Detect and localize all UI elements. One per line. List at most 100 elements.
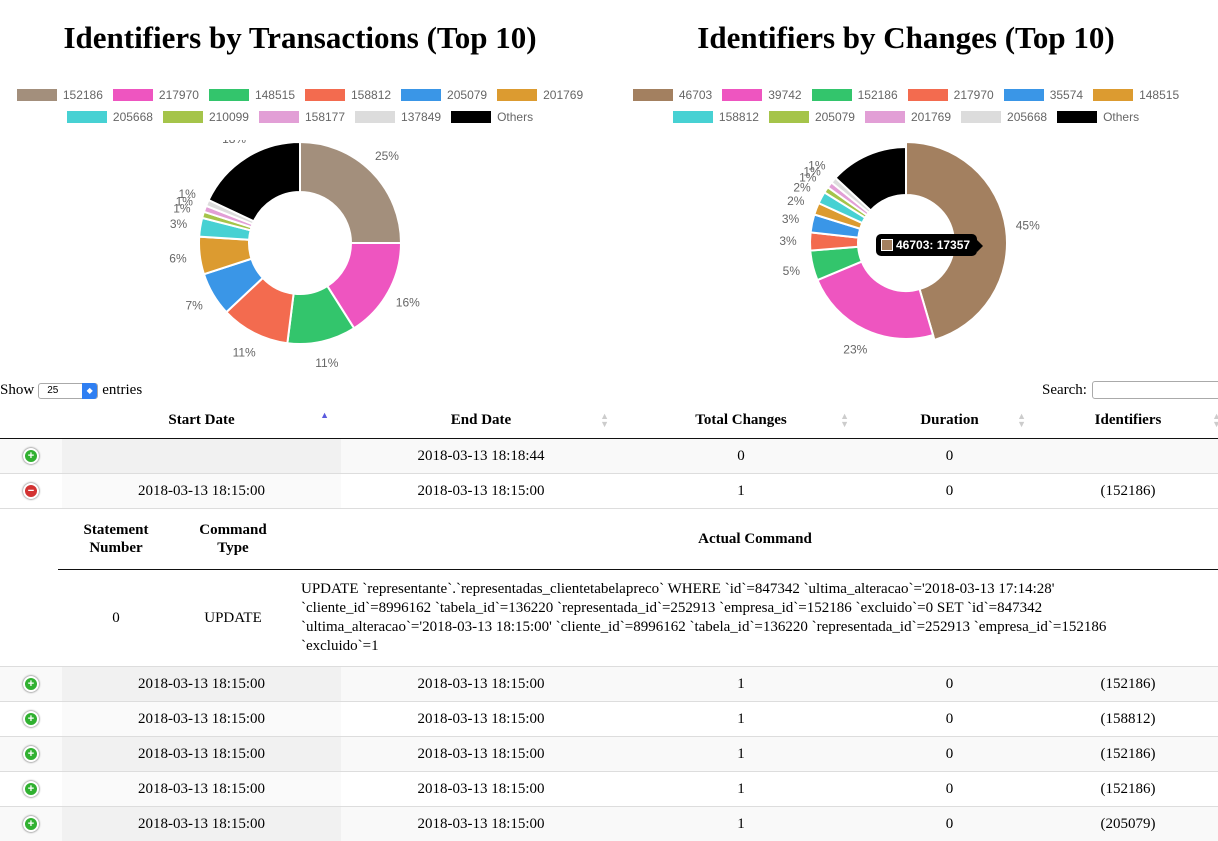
header-identifiers[interactable]: Identifiers▲▼ [1038, 403, 1218, 439]
legend-label: 201769 [911, 110, 951, 124]
row-toggle-cell: + [0, 737, 62, 772]
legend-item[interactable]: 205668 [961, 110, 1047, 124]
expand-row-icon[interactable]: + [23, 781, 39, 797]
cell-end-date: 2018-03-13 18:15:00 [341, 807, 621, 841]
cell-start-date: 2018-03-13 18:15:00 [62, 772, 341, 807]
legend-label: 205668 [1007, 110, 1047, 124]
search-input[interactable] [1092, 381, 1218, 399]
search-label: Search: [1042, 382, 1087, 399]
table-header-row: Start Date▲ End Date▲▼ Total Changes▲▼ D… [0, 403, 1218, 439]
legend-label: 137849 [401, 110, 441, 124]
legend-swatch [1004, 89, 1044, 101]
legend-item[interactable]: 152186 [812, 88, 898, 102]
legend-item[interactable]: 39742 [722, 88, 801, 102]
collapse-row-icon[interactable]: − [23, 483, 39, 499]
expand-row-icon[interactable]: + [23, 711, 39, 727]
pie-value-label: 5% [783, 264, 801, 278]
table-row: + 2018-03-13 18:15:00 2018-03-13 18:15:0… [0, 702, 1218, 737]
pie-value-label: 13% [847, 140, 871, 142]
legend-item[interactable]: 217970 [908, 88, 994, 102]
cell-identifiers: (205079) [1038, 807, 1218, 841]
legend-label: 35574 [1050, 88, 1083, 102]
legend-swatch [722, 89, 762, 101]
header-start-date[interactable]: Start Date▲ [62, 403, 341, 439]
chart-tooltip: 46703: 17357 [876, 234, 977, 256]
statements-header-row: Statement Number Command Type Actual Com… [58, 509, 1218, 570]
statement-number: 0 [58, 570, 174, 667]
legend-item[interactable]: 137849 [355, 110, 441, 124]
header-actual-command: Actual Command [292, 509, 1218, 570]
cell-end-date: 2018-03-13 18:15:00 [341, 737, 621, 772]
legend-item[interactable]: 148515 [209, 88, 295, 102]
header-duration[interactable]: Duration▲▼ [861, 403, 1038, 439]
pie-value-label: 45% [1016, 218, 1040, 232]
sort-asc-icon: ▲ [320, 411, 329, 419]
sort-both-icon: ▲▼ [1212, 412, 1218, 428]
cell-start-date: 2018-03-13 18:15:00 [62, 474, 341, 509]
sort-both-icon: ▲▼ [1017, 412, 1026, 428]
pie-value-label: 11% [315, 356, 338, 370]
doughnut-svg: 25%16%11%11%7%6%3%1%1%1%18% [150, 140, 450, 370]
table-row: + 2018-03-13 18:15:00 2018-03-13 18:15:0… [0, 737, 1218, 772]
pie-chart-changes: 45%23%5%3%3%2%2%1%1%1%13% [756, 140, 1056, 375]
legend-item[interactable]: 148515 [1093, 88, 1179, 102]
expand-row-icon[interactable]: + [23, 676, 39, 692]
legend-item[interactable]: 158812 [305, 88, 391, 102]
show-label: Show [0, 382, 34, 399]
cell-start-date: 2018-03-13 18:15:00 [62, 807, 341, 841]
legend-label: 217970 [954, 88, 994, 102]
header-total-changes[interactable]: Total Changes▲▼ [621, 403, 861, 439]
entries-label: entries [102, 382, 142, 399]
legend-item[interactable]: 205079 [401, 88, 487, 102]
legend-swatch [17, 89, 57, 101]
tooltip-swatch [881, 239, 893, 251]
pie-value-label: 3% [779, 234, 797, 248]
header-end-date[interactable]: End Date▲▼ [341, 403, 621, 439]
chart-title-transactions: Identifiers by Transactions (Top 10) [0, 20, 600, 56]
legend-item[interactable]: 46703 [633, 88, 712, 102]
expand-row-icon[interactable]: + [23, 746, 39, 762]
cell-duration: 0 [861, 807, 1038, 841]
cell-duration: 0 [861, 737, 1038, 772]
legend-item[interactable]: Others [1057, 110, 1139, 124]
legend-swatch [908, 89, 948, 101]
legend-item[interactable]: 158812 [673, 110, 759, 124]
legend-row: 158812 205079 201769 205668 Others [606, 110, 1206, 124]
legend-swatch [961, 111, 1001, 123]
pie-value-label: 25% [375, 149, 399, 163]
legend-label: 217970 [159, 88, 199, 102]
expand-row-icon[interactable]: + [23, 448, 39, 464]
cell-identifiers: (158812) [1038, 702, 1218, 737]
entries-select[interactable]: 25 ◆ [38, 383, 98, 399]
legend-swatch [769, 111, 809, 123]
legend-swatch [1093, 89, 1133, 101]
entries-value: 25 [47, 385, 58, 396]
sort-both-icon: ▲▼ [840, 412, 849, 428]
legend-swatch [305, 89, 345, 101]
legend-item[interactable]: 201769 [497, 88, 583, 102]
detail-row: Statement Number Command Type Actual Com… [0, 509, 1218, 667]
cell-total-changes: 1 [621, 667, 861, 702]
pie-value-label: 23% [843, 343, 867, 357]
tooltip-text: 46703: 17357 [896, 238, 970, 252]
row-toggle-cell: + [0, 807, 62, 841]
cell-end-date: 2018-03-13 18:15:00 [341, 667, 621, 702]
legend-label: 158812 [719, 110, 759, 124]
search-control: Search: [1042, 381, 1218, 399]
legend-item[interactable]: 201769 [865, 110, 951, 124]
legend-item[interactable]: 158177 [259, 110, 345, 124]
cell-total-changes: 1 [621, 807, 861, 841]
cell-end-date: 2018-03-13 18:18:44 [341, 439, 621, 474]
legend-item[interactable]: 210099 [163, 110, 249, 124]
header-statement-number: Statement Number [58, 509, 174, 570]
legend-swatch [673, 111, 713, 123]
legend-item[interactable]: Others [451, 110, 533, 124]
legend-item[interactable]: 152186 [17, 88, 103, 102]
legend-item[interactable]: 35574 [1004, 88, 1083, 102]
legend-item[interactable]: 217970 [113, 88, 199, 102]
legend-item[interactable]: 205079 [769, 110, 855, 124]
legend-swatch [451, 111, 491, 123]
command-type: UPDATE [174, 570, 292, 667]
cell-total-changes: 1 [621, 737, 861, 772]
legend-item[interactable]: 205668 [67, 110, 153, 124]
